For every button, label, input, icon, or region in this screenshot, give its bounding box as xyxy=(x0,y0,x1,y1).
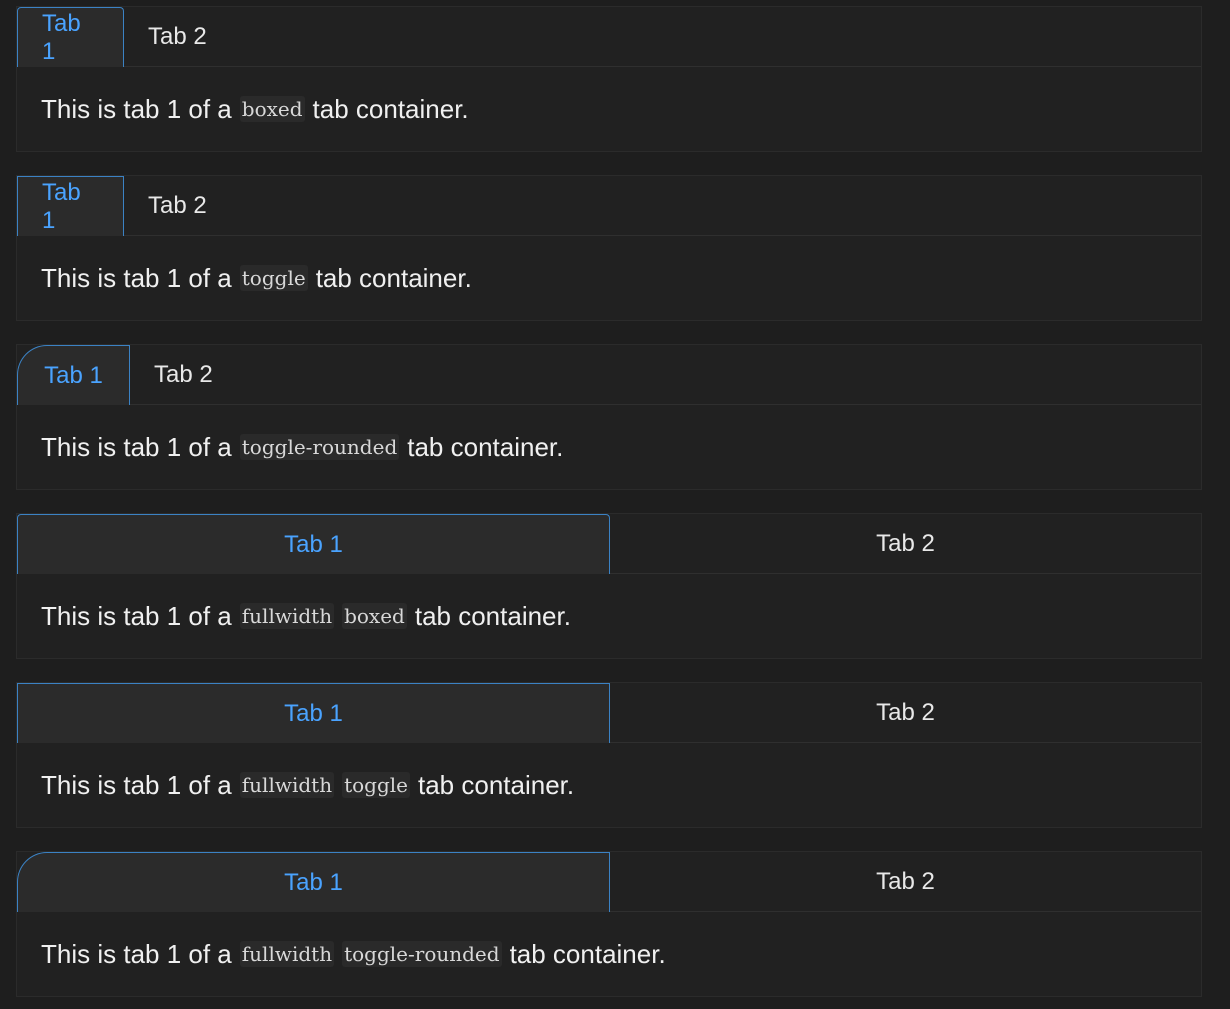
tab-2[interactable]: Tab 2 xyxy=(124,7,231,66)
tab-1[interactable]: Tab 1 xyxy=(17,345,130,405)
code-label: boxed xyxy=(239,96,305,122)
tab-1[interactable]: Tab 1 xyxy=(17,683,610,743)
tab-1[interactable]: Tab 1 xyxy=(17,176,124,236)
panel-text-suffix: tab container. xyxy=(407,431,564,462)
code-label: fullwidth xyxy=(239,941,335,967)
tab-panel: This is tab 1 of a boxed tab container. xyxy=(17,67,1201,151)
code-label: toggle xyxy=(239,265,308,291)
code-label: toggle xyxy=(342,772,410,798)
tab-container-fullwidth-toggle-rounded: Tab 1 Tab 2 This is tab 1 of a fullwidth… xyxy=(16,851,1202,997)
tab-panel: This is tab 1 of a fullwidth toggle-roun… xyxy=(17,912,1201,996)
panel-text-suffix: tab container. xyxy=(418,769,575,800)
tab-bar: Tab 1 Tab 2 xyxy=(17,7,1201,67)
code-label: boxed xyxy=(342,603,407,629)
tab-container-fullwidth-toggle: Tab 1 Tab 2 This is tab 1 of a fullwidth… xyxy=(16,682,1202,828)
tab-2[interactable]: Tab 2 xyxy=(130,345,237,404)
tab-1[interactable]: Tab 1 xyxy=(17,852,610,912)
panel-text-prefix: This is tab 1 of a xyxy=(41,431,232,462)
tab-2[interactable]: Tab 2 xyxy=(610,514,1201,573)
tab-bar: Tab 1 Tab 2 xyxy=(17,514,1201,574)
panel-text-prefix: This is tab 1 of a xyxy=(41,93,232,124)
panel-text-suffix: tab container. xyxy=(414,600,571,631)
panel-text-prefix: This is tab 1 of a xyxy=(41,938,232,969)
tab-bar: Tab 1 Tab 2 xyxy=(17,683,1201,743)
tab-1[interactable]: Tab 1 xyxy=(17,7,124,67)
tab-2[interactable]: Tab 2 xyxy=(124,176,231,235)
tab-1[interactable]: Tab 1 xyxy=(17,514,610,574)
tab-panel: This is tab 1 of a toggle tab container. xyxy=(17,236,1201,320)
tab-2[interactable]: Tab 2 xyxy=(610,683,1201,742)
code-label: fullwidth xyxy=(239,772,335,798)
tab-bar: Tab 1 Tab 2 xyxy=(17,852,1201,912)
panel-text-suffix: tab container. xyxy=(509,938,666,969)
tab-bar: Tab 1 Tab 2 xyxy=(17,345,1201,405)
tab-panel: This is tab 1 of a fullwidth toggle tab … xyxy=(17,743,1201,827)
tab-bar: Tab 1 Tab 2 xyxy=(17,176,1201,236)
code-label: fullwidth xyxy=(239,603,335,629)
panel-text-prefix: This is tab 1 of a xyxy=(41,769,232,800)
panel-text-suffix: tab container. xyxy=(315,262,472,293)
tab-panel: This is tab 1 of a fullwidth boxed tab c… xyxy=(17,574,1201,658)
tab-panel: This is tab 1 of a toggle-rounded tab co… xyxy=(17,405,1201,489)
tab-container-fullwidth-boxed: Tab 1 Tab 2 This is tab 1 of a fullwidth… xyxy=(16,513,1202,659)
tab-2[interactable]: Tab 2 xyxy=(610,852,1201,911)
code-label: toggle-rounded xyxy=(239,434,400,460)
panel-text-prefix: This is tab 1 of a xyxy=(41,600,232,631)
tab-container-boxed: Tab 1 Tab 2 This is tab 1 of a boxed tab… xyxy=(16,6,1202,152)
panel-text-suffix: tab container. xyxy=(312,93,469,124)
tab-container-toggle-rounded: Tab 1 Tab 2 This is tab 1 of a toggle-ro… xyxy=(16,344,1202,490)
tab-container-toggle: Tab 1 Tab 2 This is tab 1 of a toggle ta… xyxy=(16,175,1202,321)
code-label: toggle-rounded xyxy=(342,941,502,967)
panel-text-prefix: This is tab 1 of a xyxy=(41,262,232,293)
